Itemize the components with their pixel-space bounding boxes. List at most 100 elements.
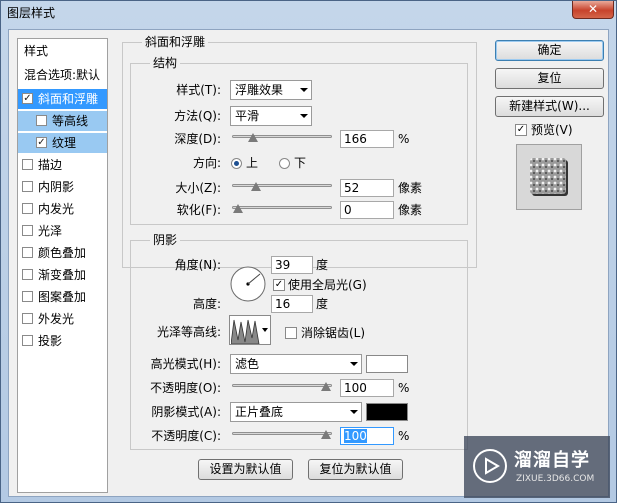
outer-glow-checkbox[interactable] — [22, 313, 33, 324]
shadow-opacity-thumb[interactable] — [321, 430, 331, 439]
shadow-opacity-input[interactable]: 100 — [340, 427, 394, 445]
inner-glow-checkbox[interactable] — [22, 203, 33, 214]
stroke-checkbox[interactable] — [22, 159, 33, 170]
angle-label: 角度(N): — [174, 258, 221, 272]
style-item-label: 内阴影 — [38, 180, 75, 194]
global-light-checkbox[interactable]: ✓ — [273, 279, 285, 291]
soften-slider[interactable] — [232, 204, 332, 213]
depth-unit: % — [398, 132, 410, 146]
highlight-mode-select[interactable]: 滤色 — [230, 354, 362, 374]
satin-checkbox[interactable] — [22, 225, 33, 236]
play-logo-icon — [473, 449, 507, 483]
direction-down-radio[interactable] — [279, 158, 290, 169]
style-preview-thumbnail — [516, 144, 582, 210]
gradient-overlay-checkbox[interactable] — [22, 269, 33, 280]
layer-style-dialog: 图层样式 ✕ 样式 混合选项:默认 ✓ 斜面和浮雕 等高线 ✓ 纹理 描边 内阴影 … — [0, 0, 617, 503]
style-item-texture[interactable]: ✓ 纹理 — [18, 133, 107, 153]
style-item-label: 斜面和浮雕 — [38, 92, 99, 106]
make-default-button[interactable]: 设置为默认值 — [198, 459, 293, 480]
style-item-gradient-overlay[interactable]: 渐变叠加 — [18, 265, 107, 285]
shadow-opacity-slider[interactable] — [232, 430, 332, 439]
reset-button[interactable]: 复位 — [495, 68, 604, 89]
inner-shadow-checkbox[interactable] — [22, 181, 33, 192]
size-slider[interactable] — [232, 182, 332, 191]
dialog-title: 图层样式 — [7, 6, 56, 20]
chevron-down-icon — [350, 410, 358, 414]
structure-title: 结构 — [150, 56, 181, 70]
style-item-label: 投影 — [38, 334, 63, 348]
style-item-label: 外发光 — [38, 312, 75, 326]
highlight-opacity-input[interactable]: 100 — [340, 379, 394, 397]
technique-select-value: 平滑 — [235, 109, 260, 123]
color-overlay-checkbox[interactable] — [22, 247, 33, 258]
size-slider-thumb[interactable] — [251, 182, 262, 191]
style-item-contour[interactable]: 等高线 — [18, 111, 107, 131]
shading-title: 阴影 — [150, 233, 181, 247]
reset-default-button[interactable]: 复位为默认值 — [308, 459, 403, 480]
altitude-input[interactable]: 16 — [271, 295, 313, 313]
new-style-button[interactable]: 新建样式(W)... — [495, 96, 604, 117]
angle-unit: 度 — [316, 258, 329, 272]
soften-slider-thumb[interactable] — [233, 204, 243, 213]
depth-slider[interactable] — [232, 133, 332, 142]
close-button[interactable]: ✕ — [572, 1, 614, 19]
soften-input[interactable]: 0 — [340, 201, 394, 219]
contour-preview-icon — [231, 319, 260, 344]
chevron-down-icon — [300, 88, 308, 92]
style-label: 样式(T): — [176, 83, 221, 97]
style-item-label: 图案叠加 — [38, 290, 87, 304]
shadow-mode-label: 阴影模式(A): — [151, 405, 221, 419]
angle-dial[interactable] — [229, 265, 269, 305]
ok-button[interactable]: 确定 — [495, 40, 604, 61]
direction-down-label: 下 — [294, 156, 307, 170]
texture-checkbox[interactable]: ✓ — [36, 137, 47, 148]
highlight-color-swatch[interactable] — [366, 355, 408, 373]
style-select[interactable]: 浮雕效果 — [230, 80, 312, 100]
anti-alias-checkbox[interactable] — [285, 327, 297, 339]
style-item-inner-glow[interactable]: 内发光 — [18, 199, 107, 219]
style-item-inner-shadow[interactable]: 内阴影 — [18, 177, 107, 197]
global-light-label: 使用全局光(G) — [288, 278, 367, 292]
style-item-stroke[interactable]: 描边 — [18, 155, 107, 175]
contour-checkbox[interactable] — [36, 115, 47, 126]
title-bar[interactable]: 图层样式 ✕ — [1, 1, 616, 23]
highlight-opacity-thumb[interactable] — [321, 382, 331, 391]
blend-options-item[interactable]: 混合选项:默认 — [24, 65, 113, 85]
style-select-value: 浮雕效果 — [235, 83, 284, 97]
technique-label: 方法(Q): — [174, 109, 221, 123]
style-item-outer-glow[interactable]: 外发光 — [18, 309, 107, 329]
gloss-contour-picker[interactable] — [229, 315, 271, 345]
direction-up-radio[interactable] — [231, 158, 242, 169]
shadow-color-swatch[interactable] — [366, 403, 408, 421]
shadow-opacity-label: 不透明度(C): — [151, 429, 221, 443]
style-item-label: 渐变叠加 — [38, 268, 87, 282]
chevron-down-icon — [300, 114, 308, 118]
highlight-opacity-slider[interactable] — [232, 382, 332, 391]
bevel-emboss-checkbox[interactable]: ✓ — [22, 93, 33, 104]
style-item-label: 纹理 — [52, 136, 77, 150]
size-input[interactable]: 52 — [340, 179, 394, 197]
shadow-mode-select[interactable]: 正片叠底 — [230, 402, 362, 422]
technique-select[interactable]: 平滑 — [230, 106, 312, 126]
preview-label: 预览(V) — [531, 123, 573, 137]
style-item-pattern-overlay[interactable]: 图案叠加 — [18, 287, 107, 307]
styles-list-header[interactable]: 样式 — [24, 41, 113, 61]
style-item-color-overlay[interactable]: 颜色叠加 — [18, 243, 107, 263]
pattern-overlay-checkbox[interactable] — [22, 291, 33, 302]
gloss-contour-label: 光泽等高线: — [156, 325, 221, 339]
soften-unit: 像素 — [398, 203, 423, 217]
depth-slider-thumb[interactable] — [247, 133, 258, 142]
preview-checkbox[interactable]: ✓ — [515, 124, 527, 136]
styles-list: 样式 混合选项:默认 ✓ 斜面和浮雕 等高线 ✓ 纹理 描边 内阴影 内发光 光泽 … — [17, 38, 108, 493]
style-item-bevel-emboss[interactable]: ✓ 斜面和浮雕 — [18, 89, 107, 109]
watermark-brand: 溜溜自学 — [514, 450, 590, 471]
depth-label: 深度(D): — [174, 132, 221, 146]
shadow-opacity-selected-text: 100 — [344, 429, 367, 443]
angle-input[interactable]: 39 — [271, 256, 313, 274]
depth-input[interactable]: 166 — [340, 130, 394, 148]
drop-shadow-checkbox[interactable] — [22, 335, 33, 346]
style-item-label: 光泽 — [38, 224, 63, 238]
style-item-satin[interactable]: 光泽 — [18, 221, 107, 241]
dialog-body: 样式 混合选项:默认 ✓ 斜面和浮雕 等高线 ✓ 纹理 描边 内阴影 内发光 光泽 … — [8, 29, 610, 498]
style-item-drop-shadow[interactable]: 投影 — [18, 331, 107, 351]
